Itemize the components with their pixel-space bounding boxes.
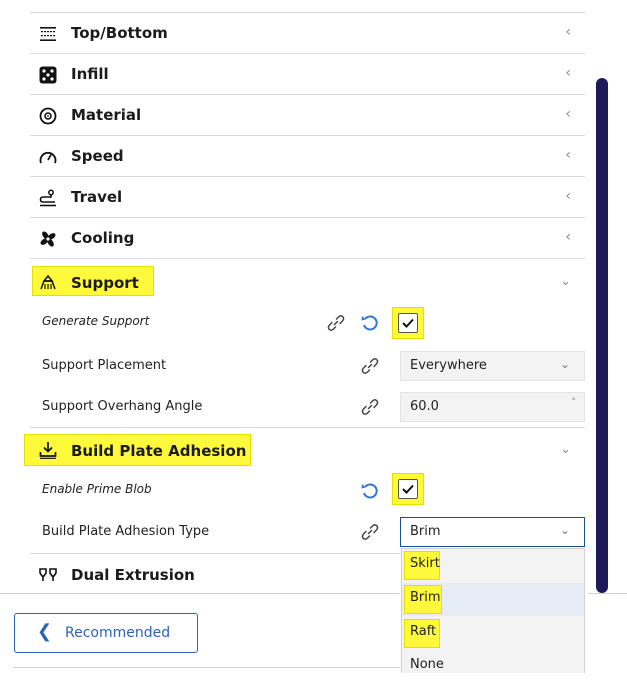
- travel-icon: [38, 189, 58, 207]
- category-label: Support: [71, 274, 139, 292]
- chevron-down-icon: ⌄: [559, 523, 570, 537]
- category-label: Cooling: [71, 229, 135, 247]
- category-label: Speed: [71, 147, 124, 165]
- option-label: None: [410, 657, 444, 672]
- input-value: 60.0: [410, 399, 439, 414]
- category-label: Material: [71, 106, 142, 124]
- material-icon: [38, 107, 58, 125]
- category-label: Top/Bottom: [71, 24, 168, 42]
- dropdown-option-brim[interactable]: Brim: [402, 583, 584, 616]
- chevron-left-icon: ‹: [565, 188, 571, 204]
- category-top-bottom[interactable]: Top/Bottom ‹: [30, 13, 585, 54]
- support-icon: [38, 273, 58, 291]
- recommended-button[interactable]: ❮ Recommended: [14, 613, 198, 653]
- chevron-left-icon: ‹: [565, 106, 571, 122]
- infill-icon: [38, 66, 58, 84]
- category-infill[interactable]: Infill ‹: [30, 54, 585, 95]
- link-icon[interactable]: [360, 522, 380, 542]
- print-settings-panel: Top/Bottom ‹ Infill ‹ Material ‹ Speed ‹…: [0, 0, 627, 673]
- unit-label: °: [571, 397, 577, 407]
- setting-label: Build Plate Adhesion Type: [42, 524, 210, 539]
- dropdown-option-none[interactable]: None: [402, 651, 584, 684]
- cooling-icon: [38, 230, 58, 248]
- divider: [588, 593, 627, 594]
- support-placement-select[interactable]: Everywhere ⌄: [400, 351, 585, 381]
- reset-icon[interactable]: [360, 313, 380, 333]
- generate-support-checkbox[interactable]: [398, 313, 418, 333]
- category-build-plate-adhesion[interactable]: Build Plate Adhesion ⌄: [24, 427, 585, 468]
- divider: [0, 593, 400, 594]
- category-cooling[interactable]: Cooling ‹: [30, 218, 585, 259]
- scrollbar-thumb[interactable]: [596, 78, 608, 593]
- link-icon[interactable]: [360, 356, 380, 376]
- chevron-left-icon: ‹: [565, 229, 571, 245]
- category-travel[interactable]: Travel ‹: [30, 177, 585, 218]
- setting-label: Generate Support: [42, 314, 150, 328]
- option-label: Brim: [410, 590, 441, 605]
- prime-blob-checkbox[interactable]: [398, 479, 418, 499]
- setting-generate-support: Generate Support: [30, 302, 585, 342]
- category-label: Dual Extrusion: [71, 566, 195, 584]
- build-plate-adhesion-icon: [38, 441, 58, 459]
- adhesion-type-dropdown: Skirt Brim Raft None: [401, 548, 585, 673]
- category-label: Build Plate Adhesion: [71, 442, 247, 460]
- dropdown-option-skirt[interactable]: Skirt: [402, 549, 584, 582]
- support-overhang-angle-input[interactable]: 60.0 °: [400, 392, 585, 422]
- setting-label: Support Placement: [42, 358, 167, 373]
- select-value: Everywhere: [410, 358, 487, 373]
- setting-label: Enable Prime Blob: [42, 482, 152, 496]
- divider: [14, 667, 400, 668]
- select-value: Brim: [410, 524, 441, 539]
- setting-enable-prime-blob: Enable Prime Blob: [30, 470, 585, 510]
- category-speed[interactable]: Speed ‹: [30, 136, 585, 177]
- chevron-left-icon: ‹: [565, 147, 571, 163]
- link-icon[interactable]: [360, 397, 380, 417]
- chevron-left-icon: ‹: [565, 65, 571, 81]
- build-plate-adhesion-type-select[interactable]: Brim ⌄: [400, 517, 585, 547]
- category-material[interactable]: Material ‹: [30, 95, 585, 136]
- speed-icon: [38, 148, 58, 166]
- chevron-down-icon: ⌄: [560, 442, 571, 457]
- option-label: Skirt: [410, 556, 440, 571]
- category-label: Travel: [71, 188, 123, 206]
- link-icon[interactable]: [326, 313, 346, 333]
- chevron-down-icon: ⌄: [559, 357, 570, 371]
- dropdown-option-raft[interactable]: Raft: [402, 617, 584, 650]
- option-label: Raft: [410, 624, 437, 639]
- dual-extrusion-icon: [38, 566, 58, 584]
- chevron-down-icon: ⌄: [560, 274, 571, 289]
- recommended-label: Recommended: [65, 625, 171, 641]
- reset-icon[interactable]: [360, 481, 380, 501]
- category-support[interactable]: Support ⌄: [30, 259, 585, 300]
- top-bottom-icon: [38, 25, 58, 43]
- chevron-left-icon: ‹: [565, 24, 571, 40]
- category-label: Infill: [71, 65, 109, 83]
- setting-label: Support Overhang Angle: [42, 399, 203, 414]
- chevron-left-icon: ❮: [37, 621, 53, 642]
